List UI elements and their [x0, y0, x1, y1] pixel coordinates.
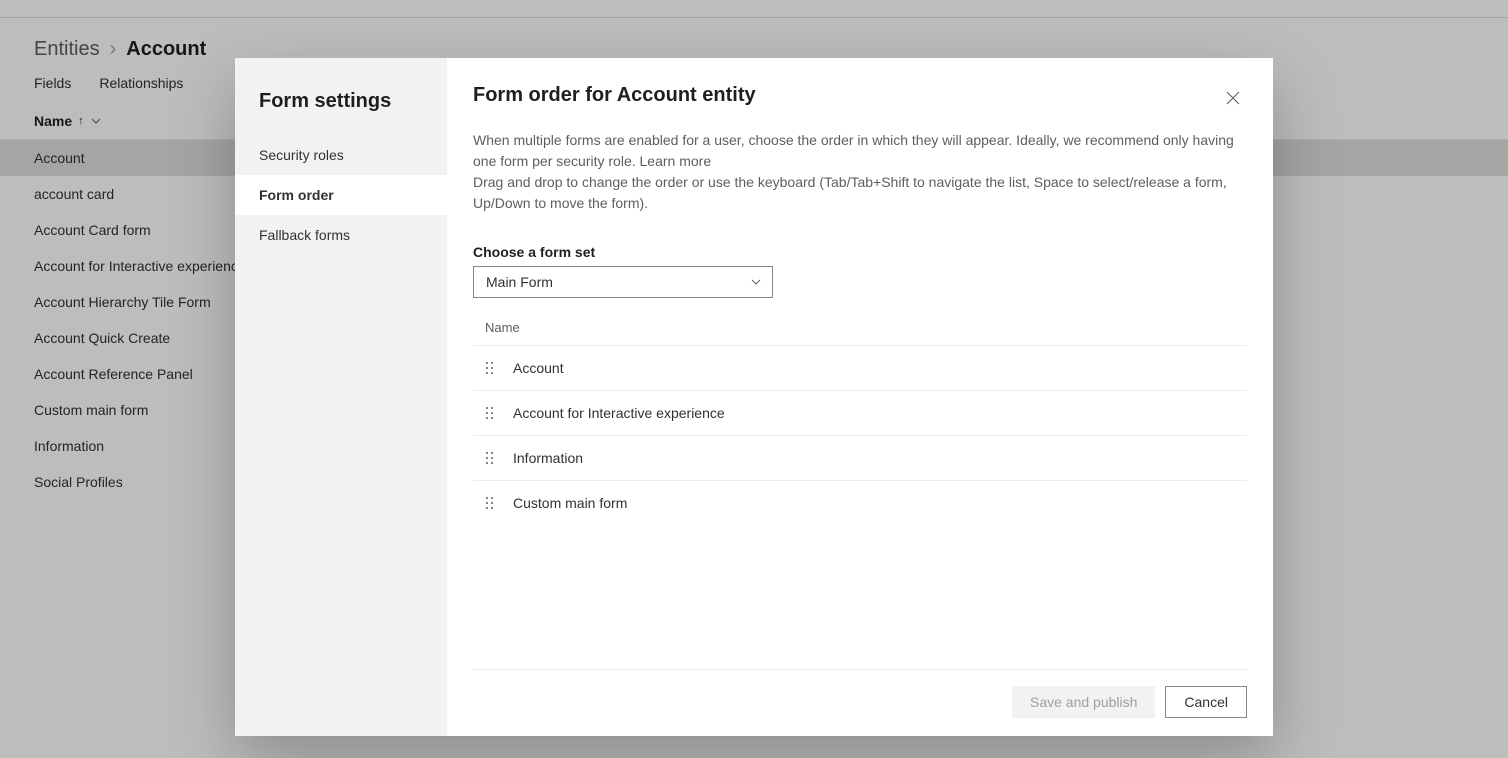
save-publish-button[interactable]: Save and publish	[1012, 686, 1155, 718]
drag-handle-icon[interactable]	[485, 361, 497, 375]
form-order-row[interactable]: Custom main form	[473, 480, 1247, 525]
desc-line-1: When multiple forms are enabled for a us…	[473, 132, 1234, 169]
desc-line-2: Drag and drop to change the order or use…	[473, 174, 1227, 211]
form-set-select-value: Main Form	[486, 274, 553, 290]
sidebar-item-fallback-forms[interactable]: Fallback forms	[235, 215, 447, 255]
sidebar-item-form-order[interactable]: Form order	[235, 175, 447, 215]
form-set-select[interactable]: Main Form	[473, 266, 773, 298]
form-list-header: Name	[473, 320, 1247, 345]
form-row-label: Custom main form	[513, 495, 627, 511]
drag-handle-icon[interactable]	[485, 496, 497, 510]
modal-overlay: Form settings Security roles Form order …	[0, 0, 1508, 758]
close-icon	[1225, 90, 1241, 106]
form-order-row[interactable]: Information	[473, 435, 1247, 480]
dialog-title: Form order for Account entity	[473, 84, 756, 107]
dialog-description: When multiple forms are enabled for a us…	[473, 130, 1243, 214]
learn-more-link[interactable]: Learn more	[640, 153, 712, 169]
dialog-footer: Save and publish Cancel	[473, 670, 1247, 718]
dialog-sidebar: Form settings Security roles Form order …	[235, 58, 447, 736]
form-order-row[interactable]: Account	[473, 345, 1247, 390]
form-order-row[interactable]: Account for Interactive experience	[473, 390, 1247, 435]
form-row-label: Information	[513, 450, 583, 466]
form-row-label: Account for Interactive experience	[513, 405, 725, 421]
form-settings-dialog: Form settings Security roles Form order …	[235, 58, 1273, 736]
form-row-label: Account	[513, 360, 564, 376]
drag-handle-icon[interactable]	[485, 451, 497, 465]
sidebar-item-security-roles[interactable]: Security roles	[235, 135, 447, 175]
cancel-button[interactable]: Cancel	[1165, 686, 1247, 718]
choose-form-set-label: Choose a form set	[473, 244, 1247, 260]
chevron-down-icon	[750, 276, 762, 288]
close-button[interactable]	[1219, 84, 1247, 112]
drag-handle-icon[interactable]	[485, 406, 497, 420]
dialog-sidebar-title: Form settings	[235, 84, 447, 135]
dialog-content: Form order for Account entity When multi…	[447, 58, 1273, 736]
